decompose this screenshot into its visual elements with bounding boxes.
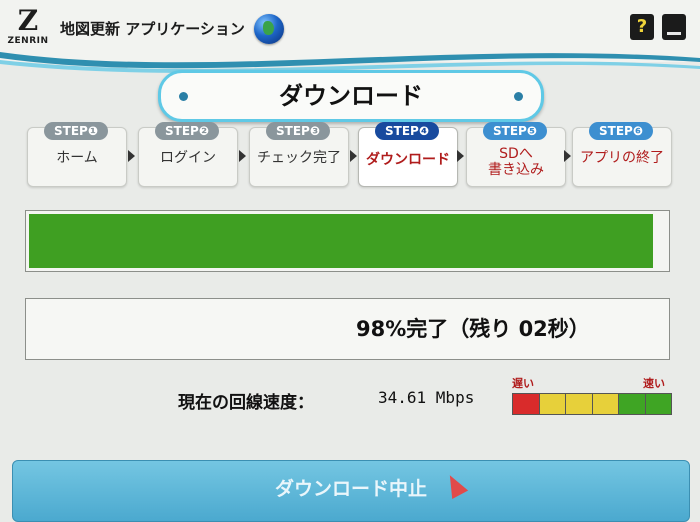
help-icon[interactable]: ? [630,14,654,40]
step-badge: STEP❹ [375,122,439,140]
speed-meter-segment [619,394,646,414]
step-label: ダウンロード [366,152,450,168]
step-6-exit-app: STEP❻ アプリの終了 [572,122,672,187]
step-label: チェック完了 [257,150,341,166]
step-5-write-sd: STEP❺ SDへ 書き込み [466,122,566,187]
step-badge: STEP❻ [589,122,653,140]
speed-meter [512,393,672,415]
meter-fast-label: 速い [643,377,665,390]
step-badge: STEP❺ [483,122,547,140]
step-3-check-complete: STEP❸ チェック完了 [249,122,349,187]
speed-meter-segment [513,394,540,414]
progress-status-text: 98%完了（残り 02秒） [356,317,590,341]
speed-meter-segment [592,394,619,414]
title-dot-right [514,92,523,101]
download-progress-bar [25,210,670,272]
chevron-right-icon [457,150,464,162]
chevron-right-icon [564,150,571,162]
chevron-right-icon [128,150,135,162]
chevron-right-icon [239,150,246,162]
speed-meter-segment [645,394,671,414]
status-box: 98%完了（残り 02秒） [25,298,670,360]
title-dot-left [179,92,188,101]
speed-value: 34.61 Mbps [378,388,475,407]
meter-slow-label: 遅い [512,377,534,390]
step-label: SDへ 書き込み [488,146,544,178]
page-title: ダウンロード [158,70,544,122]
step-2-login: STEP❷ ログイン [138,122,238,187]
step-label: アプリの終了 [580,150,664,166]
app-title: 地図更新 アプリケーション [60,20,245,38]
step-badge: STEP❶ [44,122,108,140]
logo-letter: Z [17,4,39,37]
speed-meter-segment [566,394,593,414]
chevron-right-icon [350,150,357,162]
step-badge: STEP❷ [155,122,219,140]
speed-meter-segment [539,394,566,414]
page-title-text: ダウンロード [279,82,423,110]
step-label: ログイン [160,150,216,166]
step-1-home: STEP❶ ホーム [27,122,127,187]
speed-label: 現在の回線速度： [178,393,314,413]
progress-fill [29,214,653,268]
step-label: ホーム [56,150,98,166]
minimize-icon[interactable] [662,14,686,40]
cancel-download-button[interactable]: ダウンロード中止 [12,460,690,522]
step-badge: STEP❸ [266,122,330,140]
step-4-download: STEP❹ ダウンロード [358,122,458,187]
